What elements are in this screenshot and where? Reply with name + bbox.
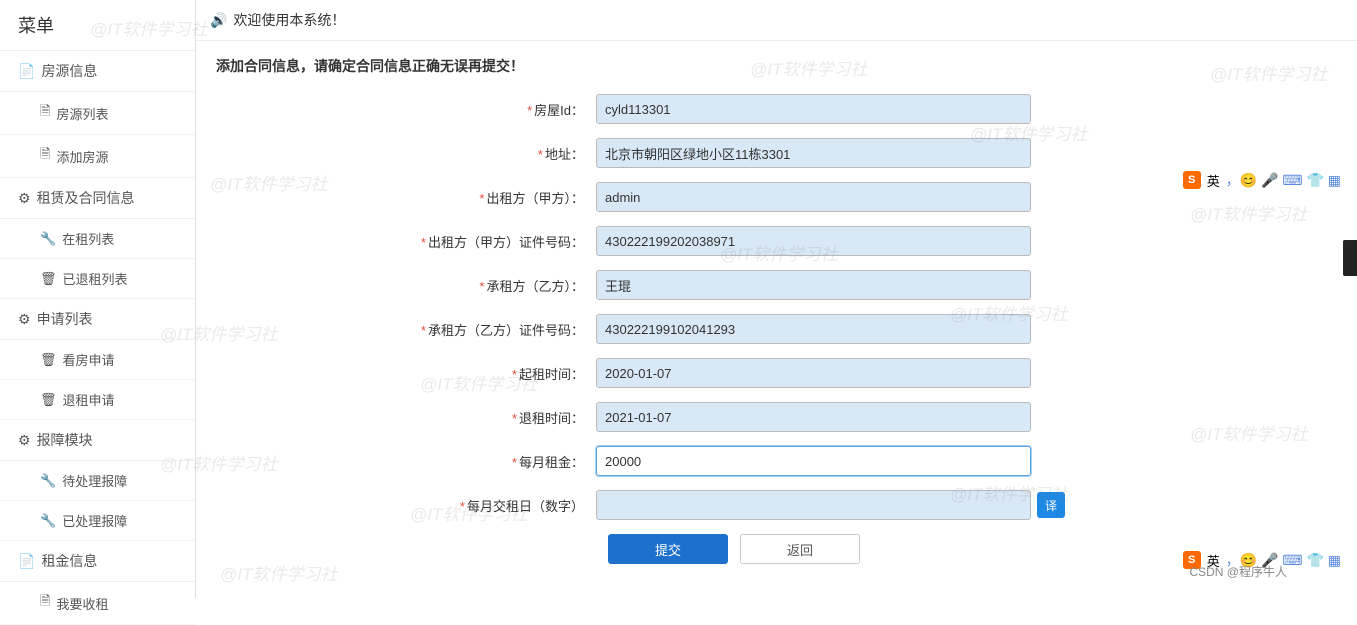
menu-title: 菜单	[0, 0, 195, 51]
label-end: *退租时间：	[216, 408, 596, 427]
sogou-icon: S	[1183, 171, 1201, 189]
form-row-tenant: *承租方（乙方）：	[216, 270, 1337, 300]
item-label: 我要收租	[56, 594, 108, 613]
topbar: 🔊 欢迎使用本系统！	[196, 0, 1357, 41]
sidebar-item-2-1[interactable]: 🗑 退租申请	[0, 380, 195, 420]
sidebar: 菜单 📄 房源信息 🗎 房源列表 🗎 添加房源 ⚙ 租赁及合同信息 🔧 在租列表 🗑 已退租列表 ⚙ 申请…	[0, 0, 196, 598]
input-end[interactable]	[596, 402, 1031, 432]
group-label: 房源信息	[41, 61, 97, 81]
group-icon: ⚙	[18, 190, 31, 207]
item-icon: 🗎	[40, 145, 50, 167]
item-label: 已退租列表	[63, 269, 128, 288]
submit-button[interactable]: 提交	[608, 534, 728, 564]
sidebar-item-1-0[interactable]: 🔧 在租列表	[0, 219, 195, 259]
item-label: 待处理报障	[62, 471, 127, 490]
sidebar-item-4-0[interactable]: 🗎 我要收租	[0, 582, 195, 625]
item-icon: 🗎	[40, 592, 50, 614]
input-landlord[interactable]	[596, 182, 1031, 212]
label-rent: *每月租金：	[216, 452, 596, 471]
group-icon: 📄	[18, 63, 35, 80]
right-edge-tab[interactable]	[1343, 240, 1357, 276]
group-label: 租赁及合同信息	[37, 188, 135, 208]
sidebar-item-0-1[interactable]: 🗎 添加房源	[0, 135, 195, 178]
sidebar-item-3-0[interactable]: 🔧 待处理报障	[0, 461, 195, 501]
item-icon: 🗑	[40, 352, 57, 368]
ime-toolbar-top[interactable]: S 英 ，😊 🎤 ⌨ 👕 ▦	[1177, 168, 1347, 192]
sound-icon: 🔊	[210, 12, 227, 29]
ime-icons[interactable]: ，😊 🎤 ⌨ 👕 ▦	[1226, 170, 1341, 190]
menu-group-2[interactable]: ⚙ 申请列表	[0, 299, 195, 340]
group-label: 报障模块	[37, 430, 93, 450]
label-landlord_id: *出租方（甲方）证件号码：	[216, 232, 596, 251]
required-star: *	[512, 367, 517, 382]
required-star: *	[512, 411, 517, 426]
required-star: *	[512, 455, 517, 470]
sidebar-item-3-1[interactable]: 🔧 已处理报障	[0, 501, 195, 541]
form-row-tenant_id: *承租方（乙方）证件号码：	[216, 314, 1337, 344]
item-label: 退租申请	[63, 390, 115, 409]
welcome-text: 欢迎使用本系统！	[233, 10, 345, 30]
input-tenant[interactable]	[596, 270, 1031, 300]
item-label: 看房申请	[63, 350, 115, 369]
required-star: *	[460, 499, 465, 514]
required-star: *	[527, 103, 532, 118]
input-pay_day[interactable]	[596, 490, 1031, 520]
form-row-pay_day: *每月交租日（数字） 译	[216, 490, 1337, 520]
item-label: 已处理报障	[62, 511, 127, 530]
form-row-landlord: *出租方（甲方）：	[216, 182, 1337, 212]
label-landlord: *出租方（甲方）：	[216, 188, 596, 207]
input-rent[interactable]	[596, 446, 1031, 476]
menu-group-1[interactable]: ⚙ 租赁及合同信息	[0, 178, 195, 219]
form-row-end: *退租时间：	[216, 402, 1337, 432]
item-icon: 🗑	[40, 271, 57, 287]
group-icon: ⚙	[18, 311, 31, 328]
menu-group-0[interactable]: 📄 房源信息	[0, 51, 195, 92]
group-icon: ⚙	[18, 432, 31, 449]
form-row-landlord_id: *出租方（甲方）证件号码：	[216, 226, 1337, 256]
form-content: 添加合同信息，请确定合同信息正确无误再提交！ *房屋Id： *地址： *出租方（甲方…	[196, 41, 1357, 598]
label-start: *起租时间：	[216, 364, 596, 383]
form-row-start: *起租时间：	[216, 358, 1337, 388]
item-icon: 🗎	[40, 102, 50, 124]
item-label: 在租列表	[62, 229, 114, 248]
menu-group-4[interactable]: 📄 租金信息	[0, 541, 195, 582]
sidebar-item-1-1[interactable]: 🗑 已退租列表	[0, 259, 195, 299]
translate-button[interactable]: 译	[1037, 492, 1065, 518]
input-address[interactable]	[596, 138, 1031, 168]
required-star: *	[421, 235, 426, 250]
required-star: *	[421, 323, 426, 338]
group-label: 租金信息	[41, 551, 97, 571]
item-icon: 🗑	[40, 392, 57, 408]
item-label: 添加房源	[56, 147, 108, 166]
input-start[interactable]	[596, 358, 1031, 388]
label-tenant: *承租方（乙方）：	[216, 276, 596, 295]
input-landlord_id[interactable]	[596, 226, 1031, 256]
label-pay_day: *每月交租日（数字）	[216, 496, 596, 515]
required-star: *	[479, 191, 484, 206]
form-row-room_id: *房屋Id：	[216, 94, 1337, 124]
label-address: *地址：	[216, 144, 596, 163]
item-label: 房源列表	[56, 104, 108, 123]
input-tenant_id[interactable]	[596, 314, 1031, 344]
item-icon: 🔧	[40, 473, 56, 489]
form-row-rent: *每月租金：	[216, 446, 1337, 476]
group-icon: 📄	[18, 553, 35, 570]
label-tenant_id: *承租方（乙方）证件号码：	[216, 320, 596, 339]
ime-lang: 英	[1207, 171, 1220, 190]
required-star: *	[538, 147, 543, 162]
label-room_id: *房屋Id：	[216, 100, 596, 119]
required-star: *	[479, 279, 484, 294]
menu-group-3[interactable]: ⚙ 报障模块	[0, 420, 195, 461]
item-icon: 🔧	[40, 513, 56, 529]
sidebar-item-0-0[interactable]: 🗎 房源列表	[0, 92, 195, 135]
input-room_id[interactable]	[596, 94, 1031, 124]
form-row-address: *地址：	[216, 138, 1337, 168]
form-heading: 添加合同信息，请确定合同信息正确无误再提交！	[216, 56, 1337, 76]
group-label: 申请列表	[37, 309, 93, 329]
credit-text: CSDN @程序牛人	[1189, 563, 1287, 580]
back-button[interactable]: 返回	[740, 534, 860, 564]
main-area: 🔊 欢迎使用本系统！ 添加合同信息，请确定合同信息正确无误再提交！ *房屋Id：…	[196, 0, 1357, 598]
sidebar-item-2-0[interactable]: 🗑 看房申请	[0, 340, 195, 380]
item-icon: 🔧	[40, 231, 56, 247]
